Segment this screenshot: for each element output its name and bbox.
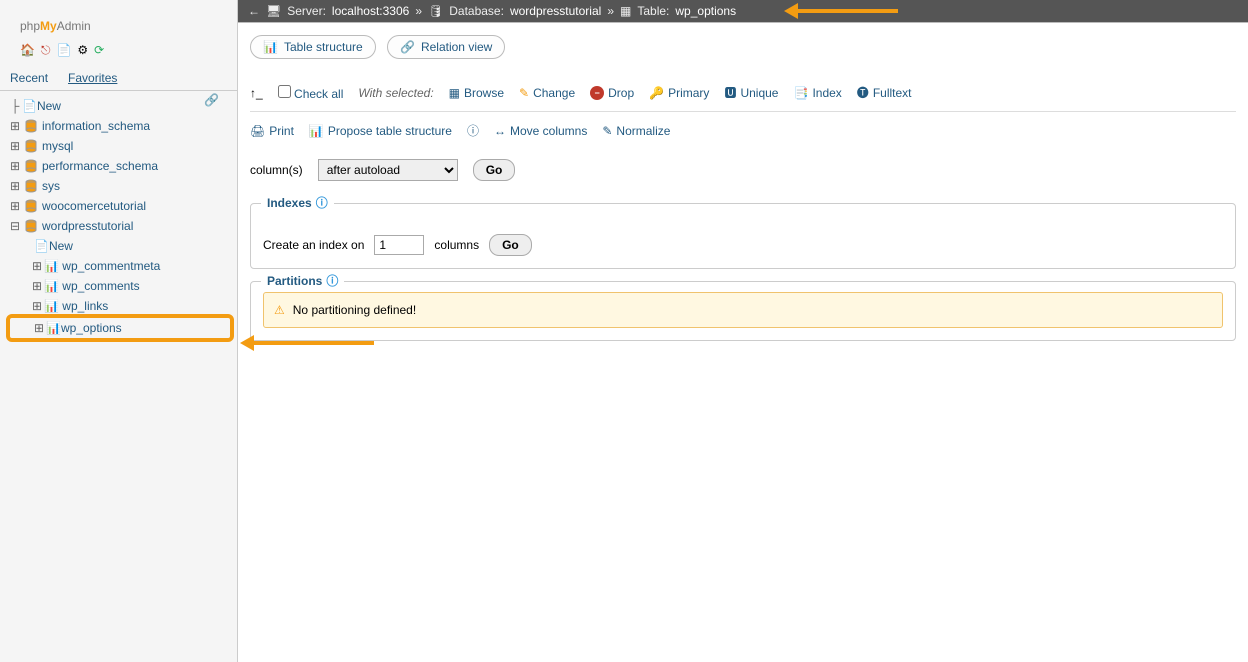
navigation-sidebar: phpMyAdmin 🏠 ⎋ 📄 ⚙ ⟳ Recent Favorites 🔗 … (0, 0, 238, 662)
sel-index[interactable]: 📑 Index (793, 86, 841, 100)
help-icon[interactable]: ⓘ (467, 122, 479, 139)
settings-icon[interactable]: ⚙ (77, 43, 88, 58)
chain-icon[interactable]: 🔗 (204, 93, 219, 107)
print-link[interactable]: 🖨 Print (250, 124, 294, 138)
subtabs: 📊 Table structure 🔗 Relation view (250, 35, 1236, 59)
tree-db[interactable]: ⊞ information_schema (8, 116, 232, 136)
help-icon[interactable]: ⓘ (326, 272, 338, 289)
sel-drop[interactable]: − Drop (590, 86, 634, 100)
table-icon: ▦ (620, 4, 631, 18)
database-icon (24, 159, 40, 173)
database-icon (24, 199, 40, 213)
logout-icon[interactable]: ⎋ (41, 43, 51, 58)
tree-db[interactable]: ⊞ performance_schema (8, 156, 232, 176)
breadcrumb-server[interactable]: localhost:3306 (332, 4, 409, 18)
subtab-table-structure[interactable]: 📊 Table structure (250, 35, 376, 59)
warning-icon: ⚠ (274, 303, 285, 317)
partitions-section: Partitions ⓘ ⚠ No partitioning defined! (250, 281, 1236, 341)
db-tree: ├📄 New ⊞ information_schema⊞ mysql⊞ perf… (0, 91, 237, 345)
back-icon[interactable]: ← (248, 4, 260, 18)
annotation-arrow-sidebar (240, 335, 374, 351)
database-icon (24, 119, 40, 133)
breadcrumb-table[interactable]: wp_options (675, 4, 736, 18)
breadcrumb-db[interactable]: wordpresstutorial (510, 4, 601, 18)
annotation-arrow-breadcrumb (784, 3, 898, 19)
main-content: ← 🖥 Server: localhost:3306 » 🛢 Database:… (238, 0, 1248, 662)
tree-table[interactable]: ⊞📊 wp_links (8, 296, 232, 316)
sel-change[interactable]: ✎ Change (519, 86, 575, 100)
propose-link[interactable]: 📊 Propose table structure (309, 124, 452, 138)
tree-db[interactable]: ⊞ mysql (8, 136, 232, 156)
sel-browse[interactable]: ▦ Browse (449, 86, 504, 100)
indexes-section: Indexes ⓘ Create an index on columns Go (250, 203, 1236, 269)
database-icon: 🛢 (428, 4, 443, 18)
add-columns-go-button[interactable]: Go (473, 159, 516, 181)
database-icon (24, 139, 40, 153)
highlighted-table: ⊞📊 wp_options (6, 314, 234, 342)
move-columns-link[interactable]: ↔ Move columns (494, 124, 587, 138)
server-icon: 🖥 (266, 4, 281, 18)
tab-recent[interactable]: Recent (0, 66, 58, 90)
index-columns-input[interactable] (374, 235, 424, 255)
reload-icon[interactable]: ⟳ (94, 43, 104, 58)
breadcrumb: ← 🖥 Server: localhost:3306 » 🛢 Database:… (238, 0, 1248, 22)
tree-table[interactable]: ⊞📊 wp_comments (8, 276, 232, 296)
arrow-up-icon: ↑_ (250, 86, 263, 100)
sel-primary[interactable]: 🔑 Primary (649, 86, 709, 100)
check-all[interactable]: Check all (278, 85, 344, 101)
logo: phpMyAdmin (0, 0, 237, 41)
tree-new-table[interactable]: 📄 New (8, 236, 232, 256)
tree-db-current[interactable]: ⊟ wordpresstutorial (8, 216, 232, 236)
create-index-go-button[interactable]: Go (489, 234, 532, 256)
indexes-title: Indexes ⓘ (261, 194, 334, 211)
tab-favorites[interactable]: Favorites (58, 66, 127, 90)
help-icon[interactable]: ⓘ (316, 194, 328, 211)
create-index-row: Create an index on columns Go (263, 234, 1223, 256)
sel-unique[interactable]: 🆄 Unique (724, 84, 778, 101)
tree-db[interactable]: ⊞ sys (8, 176, 232, 196)
nav-tabs: Recent Favorites (0, 66, 237, 91)
database-icon (24, 179, 40, 193)
partitions-title: Partitions ⓘ (261, 272, 344, 289)
table-tools-bar: 🖨 Print 📊 Propose table structure ⓘ ↔ Mo… (250, 111, 1236, 149)
after-column-select[interactable]: after autoload (318, 159, 458, 181)
tree-table-wp-options[interactable]: ⊞📊 wp_options (10, 318, 230, 338)
home-icon[interactable]: 🏠 (20, 43, 35, 58)
add-columns-bar: column(s) after autoload Go (250, 149, 1236, 191)
database-icon (24, 219, 40, 233)
tree-new-db[interactable]: ├📄 New (8, 96, 186, 116)
subtab-relation-view[interactable]: 🔗 Relation view (387, 35, 505, 59)
tree-db[interactable]: ⊞ woocomercetutorial (8, 196, 232, 216)
sidebar-quick-icons: 🏠 ⎋ 📄 ⚙ ⟳ (0, 41, 237, 66)
docs-icon[interactable]: 📄 (56, 43, 71, 58)
normalize-link[interactable]: ✎ Normalize (602, 124, 670, 138)
sel-fulltext[interactable]: 🅣 Fulltext (857, 84, 912, 101)
partition-warning: ⚠ No partitioning defined! (263, 292, 1223, 328)
with-selected-bar: ↑_ Check all With selected: ▦ Browse ✎ C… (250, 74, 1236, 111)
tree-table[interactable]: ⊞📊 wp_commentmeta (8, 256, 232, 276)
